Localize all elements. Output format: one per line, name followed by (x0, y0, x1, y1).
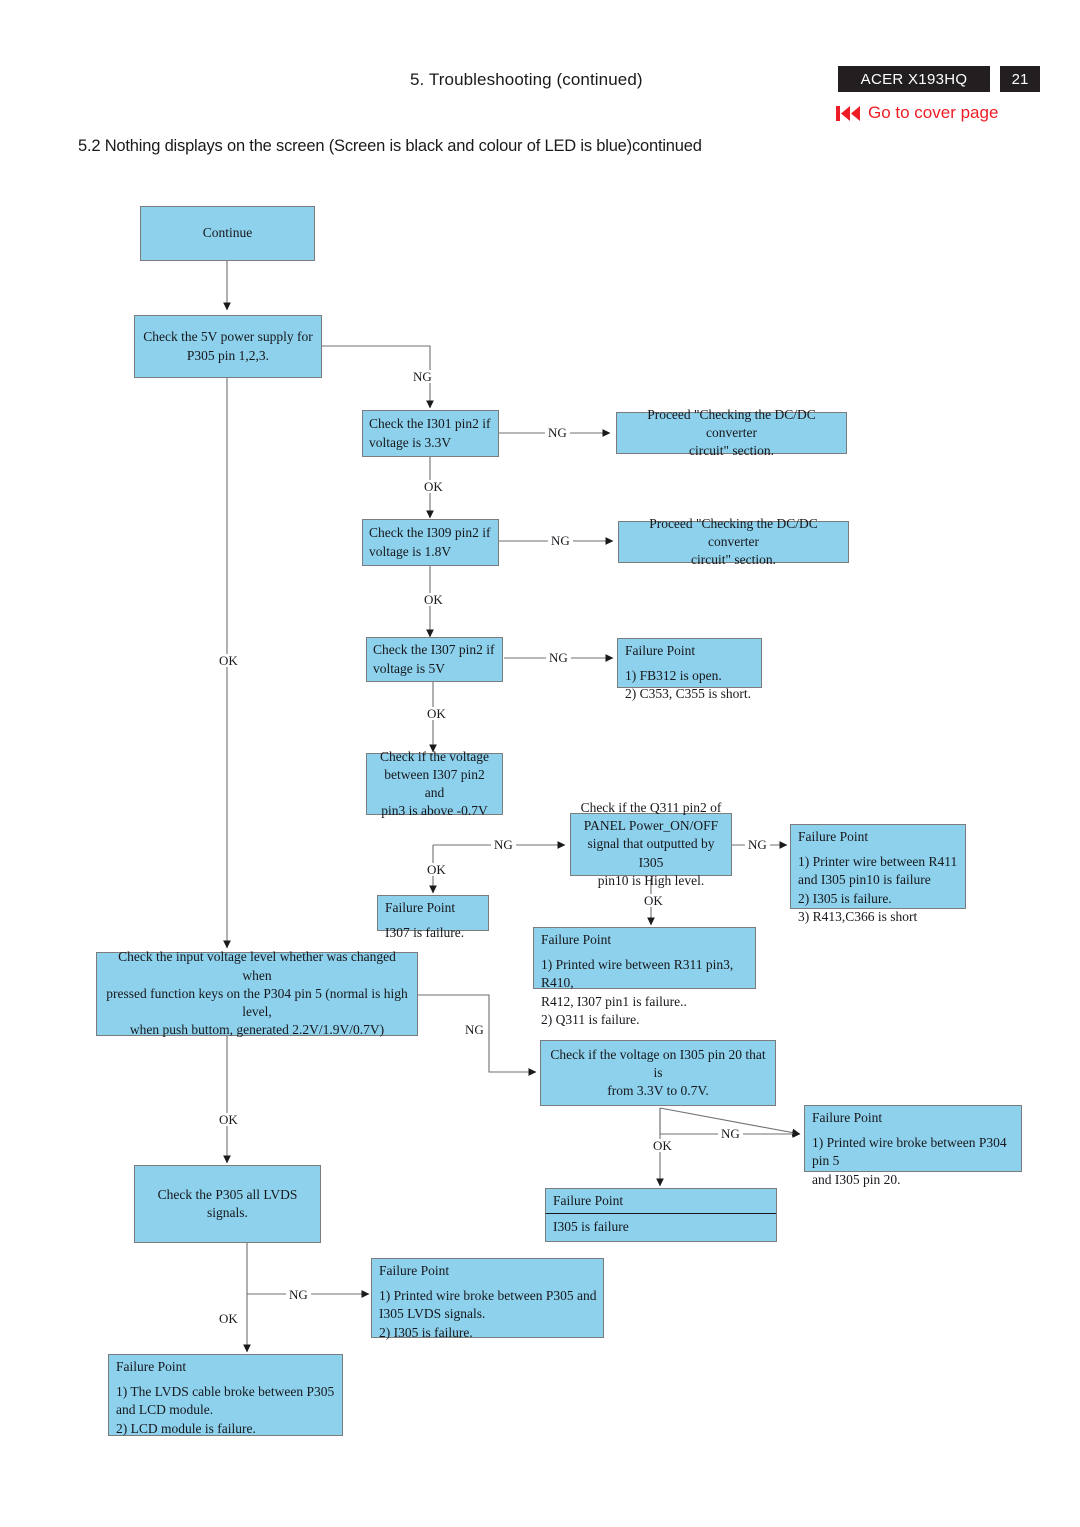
edge-label-ng: NG (410, 370, 435, 383)
node-proceed-dcdc-2-label: Proceed "Checking the DC/DC converter ci… (649, 515, 818, 568)
node-check-p305-lvds-signals[interactable]: Check the P305 all LVDS signals. (134, 1165, 321, 1243)
node-check-p305-lvds-label: Check the P305 all LVDS signals. (157, 1186, 298, 1220)
edge-label-ng: NG (286, 1288, 311, 1301)
failure-point-r411-body: 1) Printer wire between R411 and I305 pi… (798, 853, 958, 925)
node-check-i307-label: Check the I307 pin2 if voltage is 5V (373, 642, 495, 676)
failure-point-p305-lvds-body: 1) Printed wire broke between P305 and I… (379, 1287, 597, 1340)
failure-point-heading: Failure Point (541, 932, 612, 947)
edge-label-ng: NG (491, 838, 516, 851)
node-check-i305-pin20[interactable]: Check if the voltage on I305 pin 20 that… (540, 1040, 776, 1106)
document-page: 5. Troubleshooting (continued) ACER X193… (0, 0, 1080, 1527)
failure-point-r411: Failure Point 1) Printer wire between R4… (790, 824, 966, 924)
failure-point-lvds-cable-body: 1) The LVDS cable broke between P305 and… (116, 1383, 335, 1436)
failure-point-heading: Failure Point (625, 643, 696, 658)
edge-label-ng: NG (546, 651, 571, 664)
failure-point-r311-body: 1) Printed wire between R311 pin3, R410,… (541, 956, 734, 1028)
node-check-input-voltage-label: Check the input voltage level whether wa… (106, 949, 408, 1038)
node-check-q311-label: Check if the Q311 pin2 of PANEL Power_ON… (580, 799, 722, 888)
failure-point-i305: Failure Point I305 is failure (545, 1188, 777, 1242)
edge-label-ok: OK (424, 707, 449, 720)
node-check-5v-label: Check the 5V power supply for P305 pin 1… (143, 329, 313, 363)
failure-point-r311: Failure Point 1) Printed wire between R3… (533, 927, 756, 1027)
node-continue[interactable]: Continue (140, 206, 315, 261)
edge-label-ok: OK (216, 654, 241, 667)
node-check-i305-pin20-label: Check if the voltage on I305 pin 20 that… (550, 1046, 766, 1099)
edge-label-ng: NG (462, 1023, 487, 1036)
failure-point-p305-lvds: Failure Point 1) Printed wire broke betw… (371, 1258, 604, 1340)
node-check-q311[interactable]: Check if the Q311 pin2 of PANEL Power_ON… (570, 800, 732, 888)
failure-point-i307-body: I307 is failure. (385, 924, 465, 940)
edge-label-ok: OK (424, 863, 449, 876)
edge-label-ok: OK (421, 480, 446, 493)
failure-point-heading: Failure Point (798, 829, 869, 844)
failure-point-i307: Failure Point I307 is failure. (377, 895, 489, 940)
failure-point-fb312: Failure Point 1) FB312 is open. 2) C353,… (617, 638, 762, 701)
node-check-i307-differential[interactable]: Check if the voltage between I307 pin2 a… (366, 749, 503, 818)
edge-label-ng: NG (718, 1127, 743, 1140)
edge-label-ng: NG (548, 534, 573, 547)
edge-label-ok: OK (216, 1113, 241, 1126)
edge-label-ok: OK (216, 1312, 241, 1325)
failure-point-heading: Failure Point (812, 1110, 883, 1125)
node-check-i301[interactable]: Check the I301 pin2 if voltage is 3.3V (362, 410, 499, 457)
troubleshooting-flowchart: Continue Check the 5V power supply for P… (0, 0, 1080, 1527)
node-check-i307-differential-label: Check if the voltage between I307 pin2 a… (379, 748, 490, 819)
failure-point-i305-body: I305 is failure (553, 1219, 629, 1235)
node-proceed-dcdc-1[interactable]: Proceed "Checking the DC/DC converter ci… (616, 407, 847, 458)
edge-label-ok: OK (641, 894, 666, 907)
edge-label-ok: OK (421, 593, 446, 606)
node-check-5v-power-supply[interactable]: Check the 5V power supply for P305 pin 1… (134, 315, 322, 378)
node-check-input-voltage-level[interactable]: Check the input voltage level whether wa… (96, 949, 418, 1037)
failure-point-heading: Failure Point (553, 1193, 624, 1208)
edge-label-ng: NG (545, 426, 570, 439)
node-check-i301-label: Check the I301 pin2 if voltage is 3.3V (369, 416, 491, 450)
edge-label-ng: NG (745, 838, 770, 851)
node-check-i307[interactable]: Check the I307 pin2 if voltage is 5V (366, 637, 503, 682)
failure-point-heading: Failure Point (116, 1359, 187, 1374)
failure-point-heading: Failure Point (385, 900, 456, 915)
failure-point-p304-pin5-body: 1) Printed wire broke between P304 pin 5… (812, 1134, 1007, 1187)
node-proceed-dcdc-1-label: Proceed "Checking the DC/DC converter ci… (647, 406, 816, 459)
node-check-i309-label: Check the I309 pin2 if voltage is 1.8V (369, 525, 491, 559)
failure-point-heading: Failure Point (379, 1263, 450, 1278)
failure-point-p304-pin5: Failure Point 1) Printed wire broke betw… (804, 1105, 1022, 1187)
node-proceed-dcdc-2[interactable]: Proceed "Checking the DC/DC converter ci… (618, 516, 849, 567)
node-check-i309[interactable]: Check the I309 pin2 if voltage is 1.8V (362, 519, 499, 566)
edge-label-ok: OK (650, 1139, 675, 1152)
failure-point-fb312-body: 1) FB312 is open. 2) C353, C355 is short… (625, 667, 752, 702)
node-continue-label: Continue (202, 225, 253, 241)
failure-point-lvds-cable: Failure Point 1) The LVDS cable broke be… (108, 1354, 343, 1436)
